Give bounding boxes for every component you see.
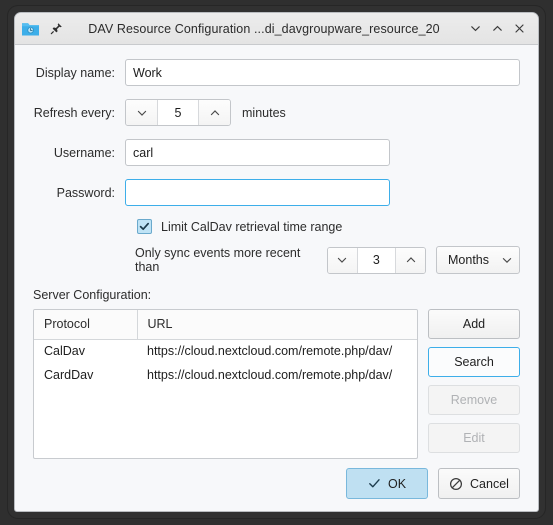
password-label: Password: bbox=[56, 185, 115, 200]
chevron-down-icon[interactable] bbox=[327, 247, 357, 273]
cell-url: https://cloud.nextcloud.com/remote.php/d… bbox=[147, 368, 393, 382]
server-table-actions: Add Search Remove Edit bbox=[428, 309, 520, 453]
no-entry-icon bbox=[449, 477, 463, 491]
ok-button[interactable]: OK bbox=[346, 468, 428, 499]
check-icon bbox=[368, 477, 381, 490]
window-title: DAV Resource Configuration ...di_davgrou… bbox=[88, 21, 440, 36]
display-name-input[interactable]: Work bbox=[125, 59, 520, 86]
cancel-button[interactable]: Cancel bbox=[438, 468, 520, 499]
cancel-button-label: Cancel bbox=[470, 476, 509, 491]
edit-button: Edit bbox=[428, 423, 520, 453]
folder-clock-icon bbox=[21, 20, 40, 37]
titlebar[interactable]: DAV Resource Configuration ...di_davgrou… bbox=[15, 13, 538, 45]
refresh-interval-label: Refresh every: bbox=[33, 105, 115, 120]
limit-time-range-label: Limit CalDav retrieval time range bbox=[161, 219, 343, 234]
chevron-down-icon bbox=[501, 254, 513, 266]
cell-url: https://cloud.nextcloud.com/remote.php/d… bbox=[147, 344, 393, 359]
cell-protocol: CalDav bbox=[44, 344, 85, 359]
dav-resource-configuration-dialog: DAV Resource Configuration ...di_davgrou… bbox=[14, 12, 539, 512]
server-table-container[interactable]: Protocol URL CalDav https://cloud.nextcl… bbox=[33, 309, 418, 459]
sync-recent-stepper[interactable]: 3 bbox=[326, 246, 426, 274]
server-table: Protocol URL CalDav https://cloud.nextcl… bbox=[34, 310, 417, 387]
desktop-backdrop: DAV Resource Configuration ...di_davgrou… bbox=[0, 0, 553, 525]
sync-period-value: Months bbox=[448, 253, 489, 267]
chevron-up-icon[interactable] bbox=[199, 100, 230, 125]
chevron-up-icon[interactable] bbox=[396, 247, 425, 273]
sync-recent-row: Only sync events more recent than 3 Mont… bbox=[135, 246, 520, 274]
dialog-footer: OK Cancel bbox=[33, 468, 520, 499]
username-input[interactable]: carl bbox=[125, 139, 390, 166]
check-icon bbox=[139, 222, 150, 231]
column-header-protocol[interactable]: Protocol bbox=[34, 310, 138, 340]
server-configuration-area: Protocol URL CalDav https://cloud.nextcl… bbox=[33, 309, 520, 459]
table-row[interactable]: CardDav https://cloud.nextcloud.com/remo… bbox=[34, 363, 417, 387]
refresh-interval-stepper[interactable]: 5 bbox=[125, 99, 231, 126]
server-configuration-label: Server Configuration: bbox=[33, 288, 152, 302]
username-label: Username: bbox=[53, 145, 115, 160]
dialog-content: Display name: Work Refresh every: 5 minu… bbox=[15, 45, 538, 511]
close-icon[interactable] bbox=[508, 18, 530, 40]
sync-recent-value[interactable]: 3 bbox=[356, 247, 397, 273]
password-row: Password: bbox=[33, 179, 520, 206]
display-name-row: Display name: Work bbox=[33, 59, 520, 86]
display-name-label: Display name: bbox=[35, 65, 115, 80]
username-row: Username: carl bbox=[33, 139, 520, 166]
refresh-interval-row: Refresh every: 5 minutes bbox=[33, 99, 520, 126]
chevron-up-icon[interactable] bbox=[486, 18, 508, 40]
limit-time-range-row[interactable]: Limit CalDav retrieval time range bbox=[137, 219, 520, 234]
limit-time-range-checkbox[interactable] bbox=[137, 219, 152, 234]
table-header-row: Protocol URL bbox=[34, 310, 417, 340]
pin-icon[interactable] bbox=[48, 21, 64, 37]
column-header-url[interactable]: URL bbox=[137, 310, 417, 340]
sync-recent-label: Only sync events more recent than bbox=[135, 246, 301, 274]
ok-button-label: OK bbox=[387, 476, 407, 491]
add-button[interactable]: Add bbox=[428, 309, 520, 339]
password-input[interactable] bbox=[125, 179, 390, 206]
cell-protocol: CardDav bbox=[44, 368, 94, 382]
search-button[interactable]: Search bbox=[428, 347, 520, 377]
refresh-interval-unit: minutes bbox=[242, 105, 286, 120]
sync-period-dropdown[interactable]: Months bbox=[436, 246, 520, 274]
chevron-down-icon[interactable] bbox=[464, 18, 486, 40]
remove-button: Remove bbox=[428, 385, 520, 415]
refresh-interval-value[interactable]: 5 bbox=[157, 100, 199, 125]
chevron-down-icon[interactable] bbox=[126, 100, 157, 125]
table-row[interactable]: CalDav https://cloud.nextcloud.com/remot… bbox=[34, 339, 417, 363]
